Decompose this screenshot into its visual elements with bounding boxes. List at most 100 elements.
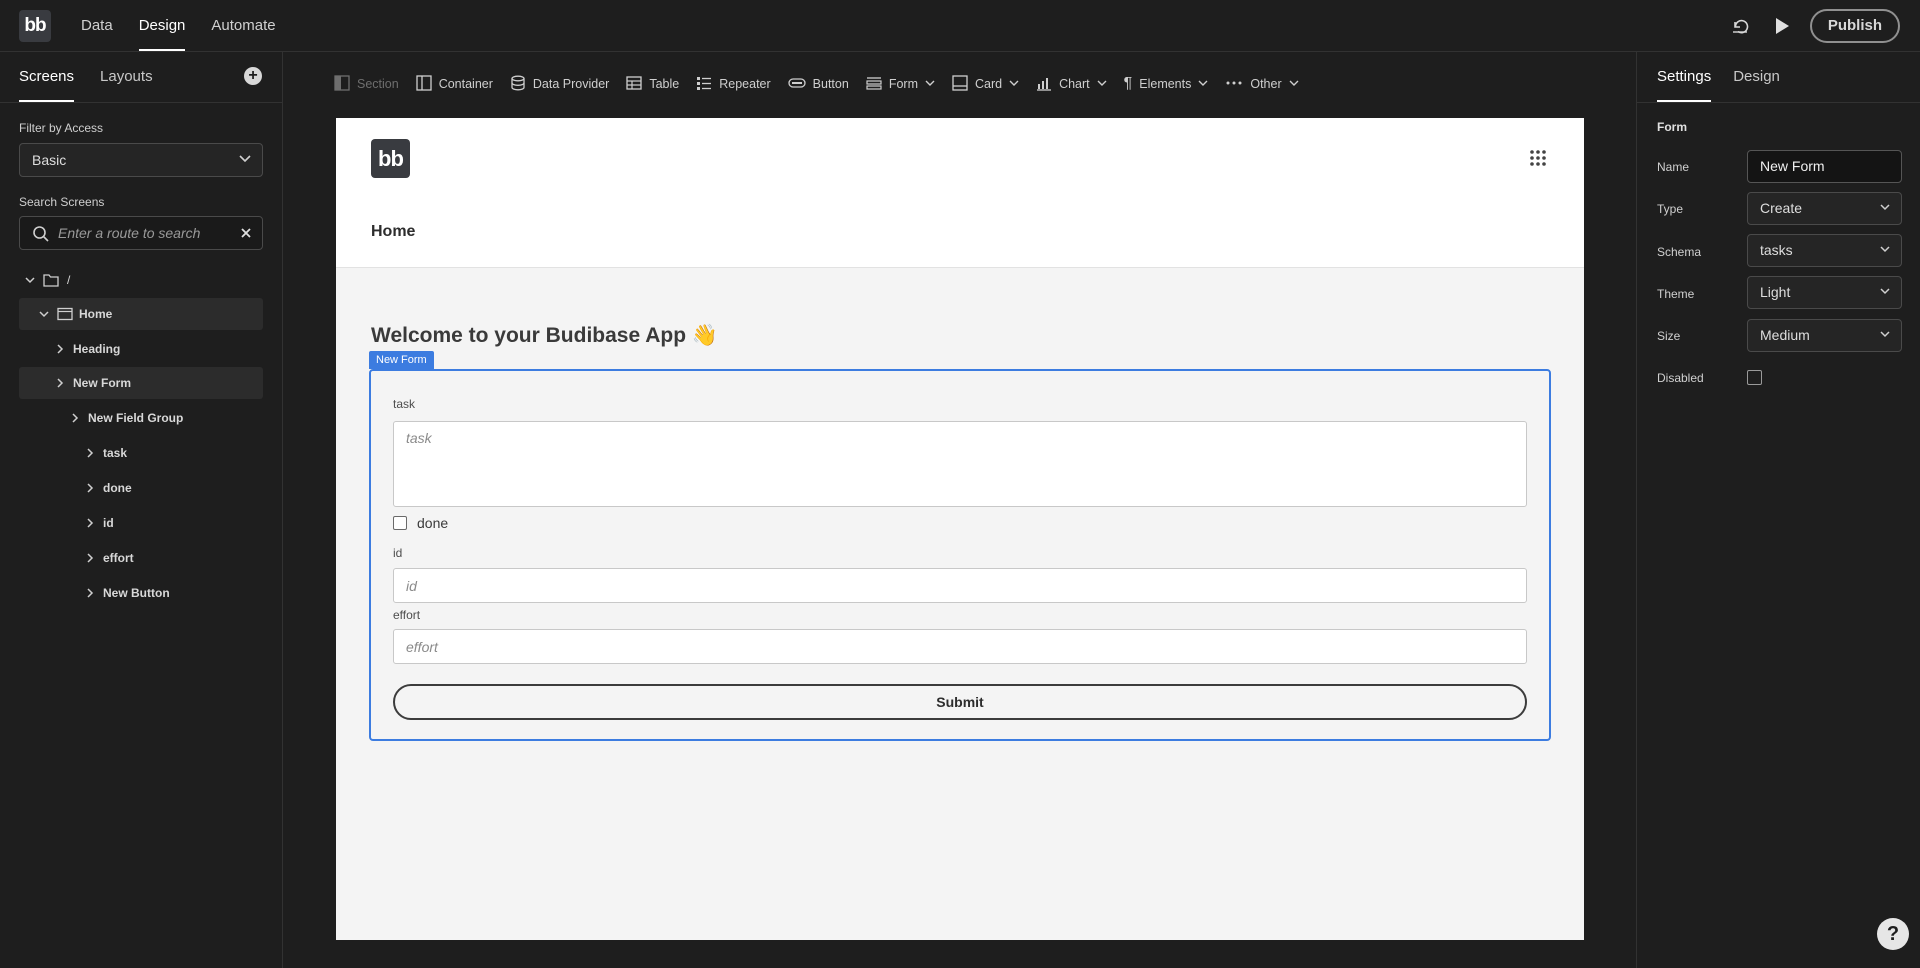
- toolbar-chart[interactable]: Chart: [1036, 75, 1107, 94]
- search-input[interactable]: [58, 217, 238, 249]
- toolbar-form[interactable]: Form: [866, 75, 935, 94]
- tree-item-heading[interactable]: Heading: [19, 333, 263, 365]
- undo-icon[interactable]: [1726, 12, 1754, 40]
- tree-item-new-field-group[interactable]: New Field Group: [19, 402, 263, 434]
- chevron-down-icon[interactable]: [37, 308, 51, 320]
- form-icon: [866, 75, 882, 94]
- toolbar-button[interactable]: Button: [788, 75, 849, 94]
- theme-select[interactable]: Light: [1747, 276, 1902, 309]
- top-actions: Publish: [1726, 9, 1900, 43]
- type-select[interactable]: Create: [1747, 192, 1902, 225]
- tab-settings[interactable]: Settings: [1657, 52, 1712, 102]
- name-input[interactable]: New Form: [1747, 150, 1902, 183]
- submit-button[interactable]: Submit: [393, 684, 1527, 720]
- left-tabs: Screens Layouts: [19, 52, 153, 102]
- search-box: [19, 216, 263, 250]
- tree-item-label: Home: [79, 307, 113, 321]
- chevron-right-icon[interactable]: [83, 447, 97, 459]
- effort-label: effort: [393, 608, 421, 622]
- tab-design[interactable]: Design: [1733, 52, 1780, 102]
- done-checkbox[interactable]: [393, 516, 407, 530]
- chevron-right-icon[interactable]: [83, 517, 97, 529]
- toolbar-data-provider[interactable]: Data Provider: [510, 75, 609, 94]
- screens-panel: Screens Layouts + Filter by Access Basic…: [0, 52, 283, 968]
- settings-section-title: Form: [1657, 120, 1687, 134]
- tab-screens[interactable]: Screens: [19, 52, 75, 102]
- tree-item-done[interactable]: done: [19, 472, 263, 504]
- toolbar-table[interactable]: Table: [626, 75, 679, 94]
- theme-value: Light: [1760, 284, 1791, 300]
- id-input[interactable]: [393, 568, 1527, 603]
- chevron-down-icon: [925, 77, 935, 91]
- new-form[interactable]: task done id effort Submit: [369, 369, 1551, 741]
- toolbar-other[interactable]: Other: [1225, 75, 1299, 94]
- schema-select[interactable]: tasks: [1747, 234, 1902, 267]
- clear-search-icon[interactable]: [240, 226, 252, 244]
- toolbar-repeater[interactable]: Repeater: [696, 75, 771, 94]
- divider: [0, 102, 283, 103]
- play-icon[interactable]: [1768, 12, 1796, 40]
- tree-item-new-form[interactable]: New Form: [19, 367, 263, 399]
- tree-item-id[interactable]: id: [19, 507, 263, 539]
- search-label: Search Screens: [19, 195, 105, 209]
- chevron-down-icon: [238, 144, 252, 176]
- size-select[interactable]: Medium: [1747, 319, 1902, 352]
- task-textarea[interactable]: [393, 421, 1527, 507]
- tree-item-label: New Form: [73, 376, 132, 390]
- chevron-right-icon[interactable]: [83, 482, 97, 494]
- grid-menu-icon[interactable]: [1529, 149, 1547, 172]
- chevron-right-icon[interactable]: [53, 377, 67, 389]
- form-badge: New Form: [369, 351, 434, 369]
- schema-label: Schema: [1657, 245, 1702, 259]
- access-filter-value: Basic: [32, 152, 67, 168]
- schema-value: tasks: [1760, 242, 1793, 258]
- name-label: Name: [1657, 160, 1690, 174]
- publish-button[interactable]: Publish: [1809, 9, 1900, 43]
- toolbar-container[interactable]: Container: [416, 74, 493, 94]
- disabled-checkbox[interactable]: [1747, 370, 1762, 385]
- tree-item-label: done: [103, 481, 132, 495]
- toolbar-section[interactable]: Section: [334, 74, 399, 94]
- tree-item-effort[interactable]: effort: [19, 542, 263, 574]
- help-icon[interactable]: ?: [1877, 918, 1909, 950]
- toolbar-label: Button: [812, 77, 849, 91]
- chevron-down-icon: [1879, 277, 1891, 308]
- welcome-heading: Welcome to your Budibase App 👋: [371, 324, 719, 347]
- tree-item-task[interactable]: task: [19, 437, 263, 469]
- search-icon: [32, 225, 50, 248]
- tree-item-new-button[interactable]: New Button: [19, 577, 263, 609]
- toolbar-label: Container: [438, 77, 493, 91]
- access-filter-select[interactable]: Basic: [19, 143, 263, 177]
- add-screen-icon[interactable]: +: [244, 67, 262, 85]
- tree-item-home[interactable]: Home: [19, 298, 263, 330]
- tab-layouts[interactable]: Layouts: [100, 52, 153, 102]
- container-icon: [416, 74, 432, 94]
- disabled-label: Disabled: [1657, 371, 1704, 385]
- chevron-right-icon[interactable]: [83, 552, 97, 564]
- chevron-right-icon[interactable]: [83, 587, 97, 599]
- tree-item-label: task: [103, 446, 128, 460]
- nav-tab-data[interactable]: Data: [68, 0, 126, 52]
- toolbar-card[interactable]: Card: [952, 74, 1019, 94]
- top-bar: bb Data Design Automate Publish: [0, 0, 1920, 52]
- effort-input[interactable]: [393, 629, 1527, 664]
- chevron-down-icon: [1879, 193, 1891, 224]
- section-icon: [334, 74, 350, 94]
- screen-icon: [57, 307, 73, 321]
- chevron-right-icon[interactable]: [53, 343, 67, 355]
- toolbar-label: Form: [888, 77, 918, 91]
- toolbar-elements[interactable]: ¶ Elements: [1124, 75, 1209, 93]
- preview-canvas: bb Home Welcome to your Budibase App 👋 N…: [336, 118, 1584, 940]
- settings-panel: Settings Design Form Name New Form Type …: [1636, 52, 1920, 968]
- toolbar-label: Chart: [1059, 77, 1090, 91]
- budibase-logo[interactable]: bb: [19, 10, 51, 42]
- nav-tab-design[interactable]: Design: [126, 0, 199, 52]
- size-label: Size: [1657, 329, 1681, 343]
- app-nav-home[interactable]: Home: [371, 223, 415, 241]
- chevron-down-icon[interactable]: [23, 274, 37, 286]
- nav-tab-automate[interactable]: Automate: [198, 0, 288, 52]
- chevron-right-icon[interactable]: [68, 412, 82, 424]
- app-logo[interactable]: bb: [371, 139, 410, 178]
- tree-item-root[interactable]: /: [19, 264, 263, 296]
- tree-item-label: id: [103, 516, 114, 530]
